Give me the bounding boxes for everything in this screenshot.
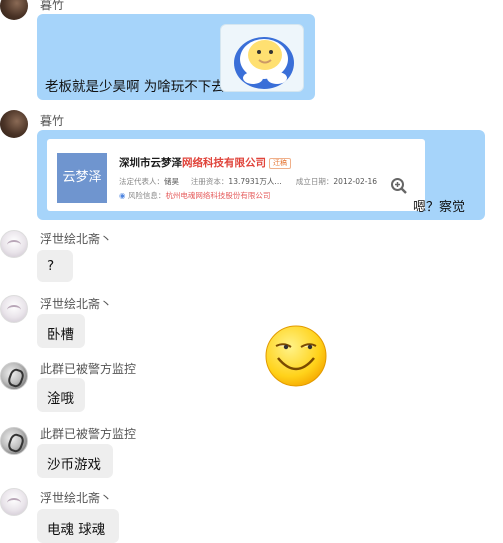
company-logo: 云梦泽 <box>57 153 107 203</box>
avatar[interactable] <box>0 110 28 138</box>
sender-name: 此群已被警方监控 <box>40 362 137 376</box>
message-text: 沙币游戏 <box>47 457 101 473</box>
avatar[interactable] <box>0 230 28 258</box>
message-text: 淦哦 <box>47 391 74 407</box>
sender-name: 暮竹 <box>40 114 65 128</box>
legal-rep-label: 法定代表人： <box>119 177 164 186</box>
risk-label: 风险信息： <box>127 191 166 200</box>
avatar[interactable] <box>0 0 28 20</box>
avatar[interactable] <box>0 295 28 323</box>
avatar[interactable] <box>0 362 28 390</box>
zoom-in-icon[interactable] <box>390 177 408 195</box>
capital-value: 13.7931万人... <box>228 177 282 186</box>
penguin-sticker-icon[interactable] <box>220 24 304 92</box>
message-text: ? <box>47 258 55 274</box>
avatar[interactable] <box>0 427 28 455</box>
status-badge: 迁稿 <box>269 158 291 169</box>
founded-label: 成立日期： <box>295 177 334 186</box>
capital-label: 注册资本： <box>190 177 229 186</box>
company-name[interactable]: 深圳市云梦泽网络科技有限公司 <box>119 155 266 170</box>
company-meta: 法定代表人：储昊 注册资本：13.7931万人... 成立日期：2012-02-… <box>119 176 377 187</box>
sender-name: 此群已被警方监控 <box>40 427 137 441</box>
company-name-prefix: 深圳市云梦泽 <box>119 157 182 169</box>
company-card[interactable]: 云梦泽 深圳市云梦泽网络科技有限公司 迁稿 法定代表人：储昊 注册资本：13.7… <box>47 139 425 211</box>
message-bubble[interactable]: 电魂 球魂 <box>37 509 119 543</box>
sender-name: 浮世绘北斋丶 <box>40 297 113 311</box>
risk-value: 杭州电魂网络科技股份有限公司 <box>165 191 271 200</box>
message-bubble[interactable]: 云梦泽 深圳市云梦泽网络科技有限公司 迁稿 法定代表人：储昊 注册资本：13.7… <box>37 130 485 220</box>
message-bubble[interactable]: 淦哦 <box>37 378 85 412</box>
message-text: 嗯？察觉 <box>413 200 466 215</box>
message-text: 卧槽 <box>47 327 74 343</box>
message-bubble[interactable]: 老板就是少昊啊 为啥玩不下去 <box>37 14 315 100</box>
message-bubble[interactable]: ? <box>37 250 73 282</box>
grin-emoji-icon[interactable] <box>264 324 328 388</box>
founded-value: 2012-02-16 <box>333 177 377 186</box>
sender-name: 浮世绘北斋丶 <box>40 491 113 505</box>
message-text: 电魂 球魂 <box>47 522 106 538</box>
company-name-highlight: 网络科技有限公司 <box>182 157 266 169</box>
risk-info: ◉ 风险信息：杭州电魂网络科技股份有限公司 <box>119 191 271 200</box>
message-bubble[interactable]: 沙币游戏 <box>37 444 113 478</box>
avatar[interactable] <box>0 488 28 516</box>
sender-name: 暮竹 <box>40 0 65 12</box>
legal-rep-value: 储昊 <box>164 177 179 186</box>
message-text: 老板就是少昊啊 为啥玩不下去 <box>45 79 225 95</box>
sender-name: 浮世绘北斋丶 <box>40 232 113 246</box>
message-bubble[interactable]: 卧槽 <box>37 314 85 348</box>
